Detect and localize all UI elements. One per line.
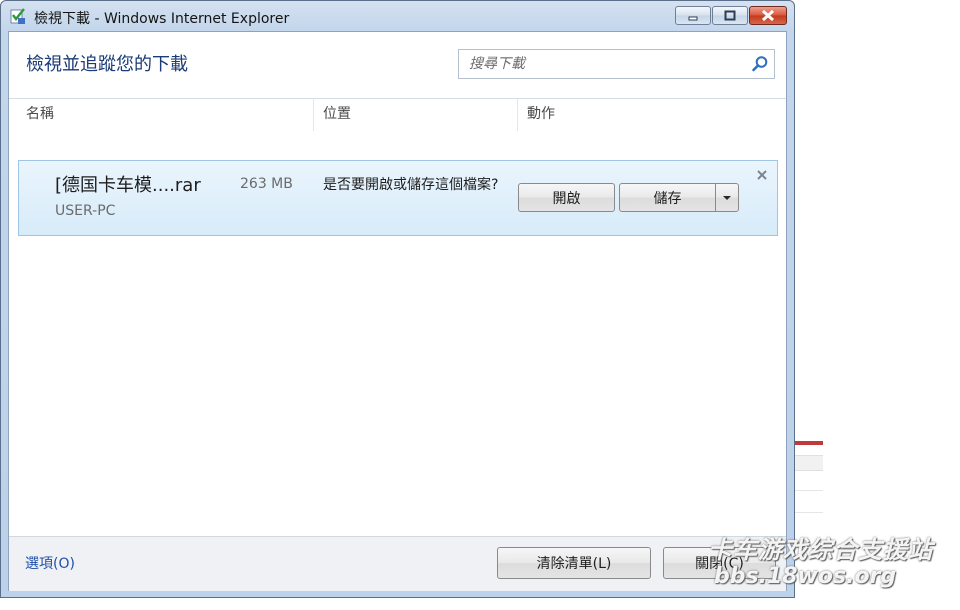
background-page: [795, 0, 960, 610]
column-header-location[interactable]: 位置: [313, 99, 517, 131]
title-bar[interactable]: 檢視下載 - Windows Internet Explorer: [1, 1, 794, 31]
minimize-button[interactable]: [675, 6, 711, 25]
maximize-icon: [724, 10, 736, 20]
close-icon: [757, 170, 767, 180]
options-link[interactable]: 選項(O): [25, 553, 75, 573]
page-title: 檢視並追蹤您的下載: [26, 54, 188, 75]
background-red-bar: [795, 441, 823, 445]
minimize-icon: [688, 16, 698, 20]
ie-download-icon: [9, 7, 27, 25]
column-header-action[interactable]: 動作: [517, 99, 786, 131]
maximize-button[interactable]: [712, 6, 748, 25]
download-file-size: 263 MB: [240, 176, 293, 192]
download-file-name: [德国卡车模....rar: [55, 175, 201, 196]
background-strip: [795, 455, 823, 471]
open-button[interactable]: 開啟: [518, 183, 615, 212]
dialog-content: 檢視並追蹤您的下載 名稱 位置 動作 [德国卡车模....rar 263 MB …: [8, 31, 787, 591]
window-title: 檢視下載 - Windows Internet Explorer: [34, 11, 290, 27]
background-divider: [795, 512, 823, 513]
download-dialog-window: 檢視下載 - Windows Internet Explorer 檢視並追蹤您的…: [0, 0, 795, 598]
chevron-down-icon: [723, 195, 731, 200]
download-item[interactable]: [德国卡车模....rar 263 MB USER-PC 是否要開啟或儲存這個檔…: [18, 160, 778, 236]
search-box: [458, 49, 775, 79]
search-input[interactable]: [459, 50, 744, 78]
download-source: USER-PC: [55, 203, 116, 219]
background-divider: [795, 490, 823, 491]
column-header-row: 名稱 位置 動作: [9, 98, 786, 131]
window-close-button[interactable]: [749, 6, 787, 25]
clear-list-button[interactable]: 清除清單(L): [497, 547, 651, 579]
dismiss-download-button[interactable]: [754, 167, 770, 183]
dialog-footer: 選項(O) 清除清單(L) 關閉(C): [9, 536, 786, 591]
column-header-name[interactable]: 名稱: [17, 99, 313, 131]
search-icon[interactable]: [750, 55, 770, 73]
close-icon: [761, 9, 775, 22]
download-prompt: 是否要開啟或儲存這個檔案?: [323, 177, 499, 193]
save-options-button[interactable]: [715, 183, 739, 212]
save-button[interactable]: 儲存: [619, 183, 716, 212]
close-button[interactable]: 關閉(C): [663, 547, 776, 579]
